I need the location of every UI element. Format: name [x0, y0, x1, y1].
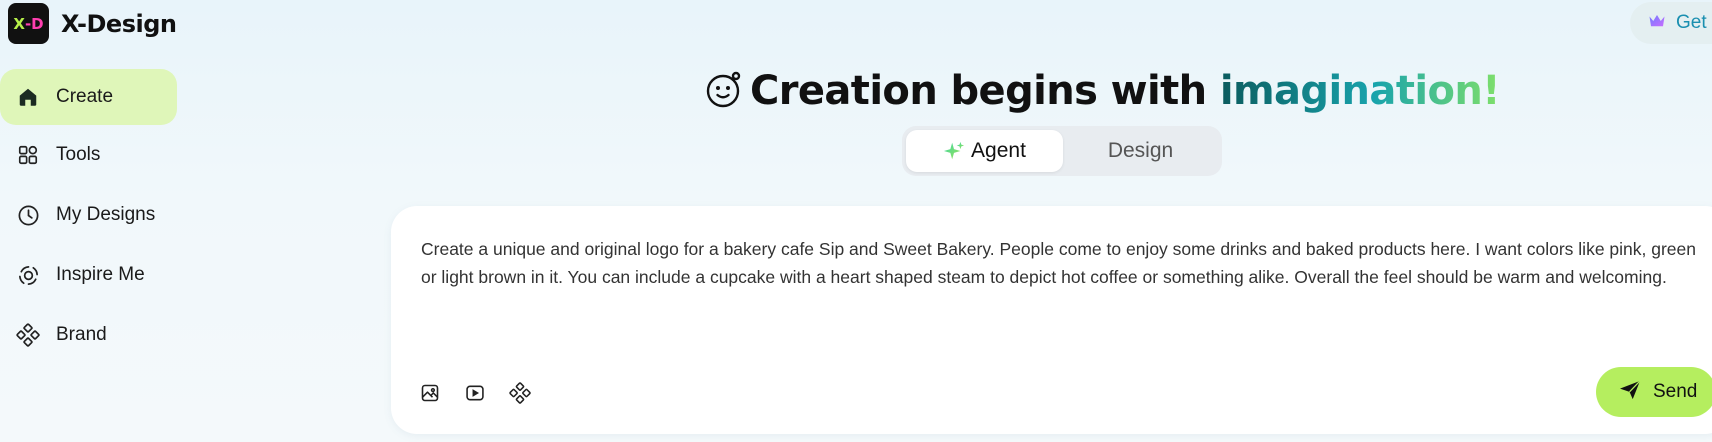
logo-letter-d: D: [31, 14, 44, 33]
paper-plane-icon: [1619, 379, 1641, 405]
tab-label: Design: [1107, 139, 1174, 162]
sidebar-item-label: Inspire Me: [56, 264, 145, 285]
send-button-label: Send: [1653, 381, 1698, 402]
clock-icon: [16, 203, 40, 227]
sidebar-item-label: Create: [56, 86, 114, 107]
sidebar-item-label: My Designs: [56, 204, 156, 225]
brand[interactable]: X-D X-Design: [8, 3, 177, 44]
tab-agent[interactable]: Agent: [906, 130, 1063, 172]
sidebar-item-brand[interactable]: Brand: [0, 307, 177, 363]
image-upload-icon[interactable]: [419, 382, 441, 404]
home-icon: [16, 85, 40, 109]
sidebar: X-D X-Design Create Tools My Designs Ins…: [0, 0, 180, 442]
hero-headline: Creation begins with imagination!: [706, 66, 1500, 116]
sidebar-item-label: Brand: [56, 324, 107, 345]
sidebar-item-inspire-me[interactable]: Inspire Me: [0, 247, 177, 303]
page-title: Creation begins with imagination!: [750, 68, 1500, 114]
video-icon[interactable]: [464, 382, 486, 404]
prompt-input[interactable]: Create a unique and original logo for a …: [421, 236, 1706, 291]
crown-icon: [1648, 13, 1666, 34]
sidebar-item-label: Tools: [56, 144, 101, 165]
send-button[interactable]: Send: [1596, 367, 1712, 417]
tab-design[interactable]: Design: [1063, 130, 1218, 172]
logo-letter-x: X: [13, 14, 25, 33]
mode-toggle: Agent Design: [902, 126, 1222, 176]
title-main: Creation begins with: [750, 68, 1220, 114]
get-button-label: Get: [1676, 12, 1707, 33]
grid-icon: [16, 143, 40, 167]
brand-icon: [16, 323, 40, 347]
prompt-toolbar: [419, 382, 554, 404]
sparkle-icon: [943, 140, 965, 162]
brand-kit-icon[interactable]: [509, 382, 531, 404]
tab-label: Agent: [971, 139, 1026, 162]
title-accent: imagination!: [1219, 68, 1501, 114]
get-pro-button[interactable]: Get: [1630, 2, 1712, 44]
inspire-icon: [16, 263, 40, 287]
app-logo: X-D: [8, 3, 49, 44]
sidebar-item-create[interactable]: Create: [0, 69, 177, 125]
sidebar-item-tools[interactable]: Tools: [0, 127, 177, 183]
sidebar-item-my-designs[interactable]: My Designs: [0, 187, 177, 243]
app-name: X-Design: [61, 9, 177, 38]
prompt-card: Create a unique and original logo for a …: [391, 206, 1712, 434]
smiley-icon: [706, 70, 742, 113]
